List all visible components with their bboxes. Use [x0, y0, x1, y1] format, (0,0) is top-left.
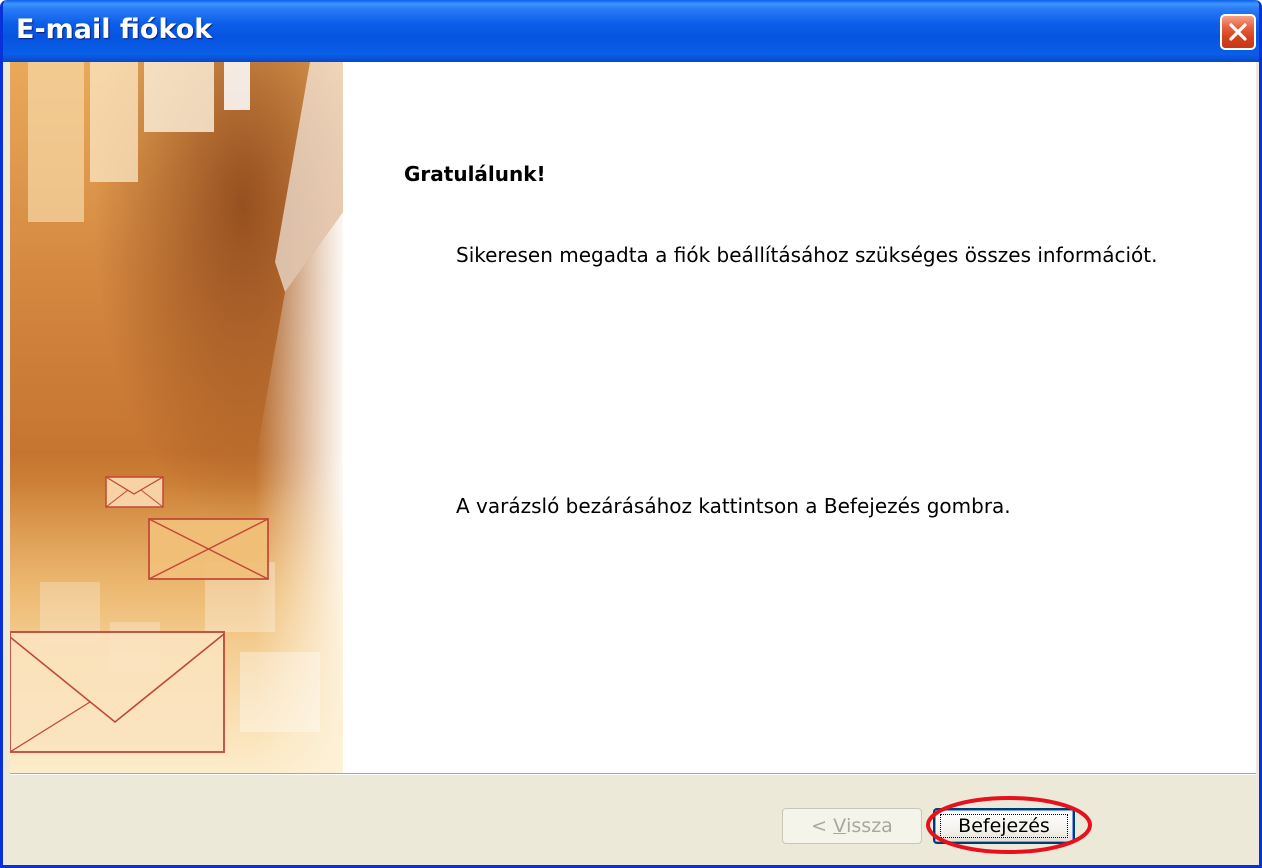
page-heading: Gratulálunk! — [404, 162, 546, 186]
back-button-rest: issza — [846, 815, 893, 837]
large-envelope-icon — [10, 631, 225, 753]
wizard-content: Gratulálunk! Sikeresen megadta a fiók be… — [343, 62, 1256, 773]
envelopes-illustration — [10, 62, 343, 773]
medium-envelope-icon — [148, 518, 269, 580]
wizard-window: E-mail fiókok Gratulálunk! Sikeresen meg… — [0, 0, 1262, 868]
back-button-mnemonic: V — [833, 815, 847, 837]
finish-instruction: A varázsló bezárásához kattintson a Befe… — [456, 494, 1011, 518]
button-bar: < Vissza Befejezés — [10, 773, 1256, 865]
window-title: E-mail fiókok — [16, 14, 213, 45]
finish-button[interactable]: Befejezés — [933, 808, 1075, 844]
title-bar[interactable]: E-mail fiókok — [3, 0, 1259, 62]
wizard-side-image — [10, 62, 343, 773]
back-button-prefix: < — [811, 815, 834, 837]
focus-rectangle — [940, 814, 1068, 838]
close-x-icon — [1229, 23, 1247, 41]
close-button[interactable] — [1220, 14, 1256, 50]
small-envelope-icon — [105, 476, 164, 508]
back-button[interactable]: < Vissza — [782, 808, 922, 844]
success-message: Sikeresen megadta a fiók beállításához s… — [456, 243, 1158, 267]
